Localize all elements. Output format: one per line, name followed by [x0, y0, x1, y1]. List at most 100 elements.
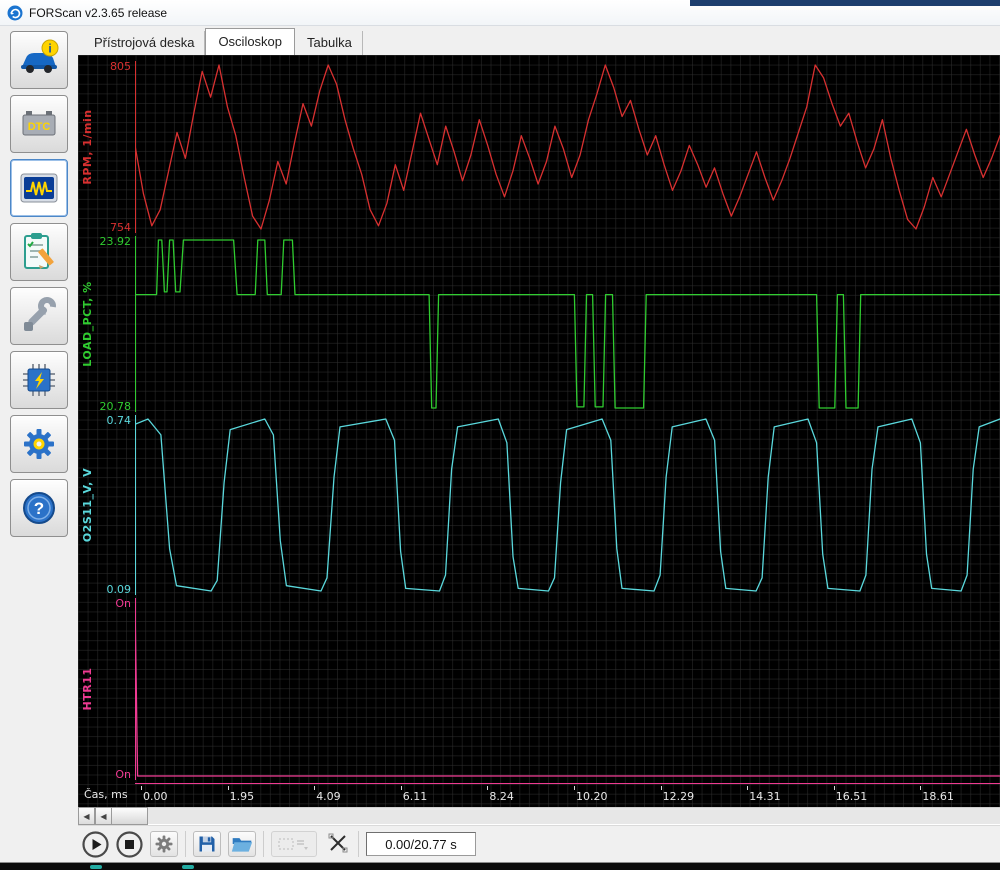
sidebar-button-oscilloscope[interactable] — [10, 159, 68, 217]
tab-pristrojova-deska[interactable]: Přístrojová deska — [84, 31, 205, 55]
oscilloscope-panel: 805 754 RPM, 1/min 23.92 20.78 LOAD_PCT,… — [78, 55, 1000, 807]
x-tick-mark — [401, 786, 402, 790]
htr-min-label: On — [78, 768, 131, 781]
x-tick-label: 18.61 — [922, 790, 954, 803]
window-title: FORScan v2.3.65 release — [29, 6, 167, 20]
wrench-icon — [17, 294, 61, 338]
time-tick-row: 0.00 1.95 4.09 6.11 8.24 10.20 12.29 14.31 16.51… — [135, 783, 1000, 803]
load-min-label: 20.78 — [78, 400, 131, 413]
transport-toolbar: 0.00/20.77 s — [78, 825, 1000, 862]
x-tick-mark — [487, 786, 488, 790]
bottom-strip-mark — [90, 865, 102, 869]
x-tick-label: 12.29 — [663, 790, 695, 803]
checklist-icon — [17, 230, 61, 274]
info-glyph: i — [48, 42, 51, 56]
subchart-load-pct: 23.92 20.78 LOAD_PCT, % — [78, 236, 1000, 412]
sidebar-button-dtc[interactable]: DTC — [10, 95, 68, 153]
x-tick-label: 1.95 — [230, 790, 255, 803]
save-button[interactable] — [193, 831, 221, 857]
htr-waveform[interactable] — [135, 598, 1000, 780]
tab-tabulka[interactable]: Tabulka — [297, 31, 363, 55]
o2-waveform[interactable] — [135, 415, 1000, 595]
sidebar-button-service[interactable] — [10, 287, 68, 345]
time-display: 0.00/20.77 s — [366, 832, 476, 856]
play-icon — [82, 831, 109, 858]
time-axis-title: Čas, ms — [84, 788, 128, 801]
marker-tool-icon — [277, 836, 311, 852]
subchart-o2s11: 0.74 0.09 O2S11_V, V — [78, 415, 1000, 595]
stop-button[interactable] — [116, 831, 143, 858]
titlebar: FORScan v2.3.65 release — [0, 0, 1000, 26]
help-icon: ? — [17, 486, 61, 530]
save-icon — [197, 834, 217, 854]
play-button[interactable] — [82, 831, 109, 858]
folder-icon — [231, 834, 253, 854]
x-tick-mark — [141, 786, 142, 790]
bottom-strip — [0, 862, 1000, 870]
load-waveform[interactable] — [135, 236, 1000, 412]
oscilloscope-icon — [17, 166, 61, 210]
sidebar-button-vehicle-info[interactable]: i — [10, 31, 68, 89]
x-tick-label: 10.20 — [576, 790, 608, 803]
x-tick-label: 16.51 — [836, 790, 868, 803]
x-tick-label: 14.31 — [749, 790, 781, 803]
car-info-icon: i — [17, 38, 61, 82]
x-tick-mark — [574, 786, 575, 790]
x-tick-mark — [834, 786, 835, 790]
toolbar-separator — [263, 831, 264, 857]
bottom-strip-mark — [182, 865, 194, 869]
gear-icon — [17, 422, 61, 466]
rpm-waveform[interactable] — [135, 61, 1000, 233]
open-button[interactable] — [228, 831, 256, 857]
scrollbar-thumb[interactable] — [112, 807, 148, 825]
tab-bar: Přístrojová deska Osciloskop Tabulka — [78, 26, 1000, 55]
htr-max-label: On — [78, 597, 131, 610]
rpm-axis-title: RPM, 1/min — [81, 109, 94, 184]
x-tick-label: 0.00 — [143, 790, 168, 803]
load-max-label: 23.92 — [78, 235, 131, 248]
clear-markers-button[interactable] — [324, 831, 351, 858]
dtc-icon: DTC — [17, 102, 61, 146]
o2-min-label: 0.09 — [78, 583, 131, 596]
help-glyph: ? — [34, 499, 44, 518]
forscan-window: FORScan v2.3.65 release i DTC — [0, 0, 1000, 870]
toolbar-gear-icon — [154, 834, 174, 854]
sidebar-button-settings[interactable] — [10, 415, 68, 473]
scrollbar-track[interactable] — [148, 807, 1000, 825]
load-axis-title: LOAD_PCT, % — [81, 281, 94, 366]
scroll-step-left-button[interactable]: ◀ — [95, 807, 112, 825]
horizontal-scrollbar: ◀ ◀ — [78, 807, 1000, 825]
htr-axis-title: HTR11 — [81, 668, 94, 711]
subchart-rpm: 805 754 RPM, 1/min — [78, 61, 1000, 233]
sidebar: i DTC — [0, 26, 78, 862]
subchart-htr11: On On HTR11 — [78, 598, 1000, 780]
x-tick-mark — [747, 786, 748, 790]
stop-icon — [116, 831, 143, 858]
x-tick-mark — [920, 786, 921, 790]
sidebar-button-tests[interactable] — [10, 223, 68, 281]
x-tick-mark — [314, 786, 315, 790]
sidebar-button-help[interactable]: ? — [10, 479, 68, 537]
scroll-left-button[interactable]: ◀ — [78, 807, 95, 825]
toolbar-separator — [358, 831, 359, 857]
marker-tool-button[interactable] — [271, 831, 317, 857]
clear-markers-icon — [327, 832, 349, 854]
o2-axis-title: O2S11_V, V — [81, 468, 94, 542]
dtc-label: DTC — [28, 121, 51, 133]
time-axis: Čas, ms 0.00 1.95 4.09 6.11 8.24 10.20 12.29 14… — [78, 783, 1000, 803]
scope-settings-button[interactable] — [150, 831, 178, 857]
x-tick-mark — [661, 786, 662, 790]
rpm-max-label: 805 — [78, 60, 131, 73]
x-tick-mark — [228, 786, 229, 790]
toolbar-separator — [185, 831, 186, 857]
rpm-min-label: 754 — [78, 221, 131, 234]
forscan-logo-icon — [7, 5, 23, 21]
x-tick-label: 4.09 — [316, 790, 341, 803]
tab-osciloskop[interactable]: Osciloskop — [205, 28, 295, 55]
o2-max-label: 0.74 — [78, 414, 131, 427]
chip-icon — [17, 358, 61, 402]
x-tick-label: 8.24 — [489, 790, 514, 803]
background-window-strip — [690, 0, 1000, 6]
x-tick-label: 6.11 — [403, 790, 428, 803]
sidebar-button-module-config[interactable] — [10, 351, 68, 409]
